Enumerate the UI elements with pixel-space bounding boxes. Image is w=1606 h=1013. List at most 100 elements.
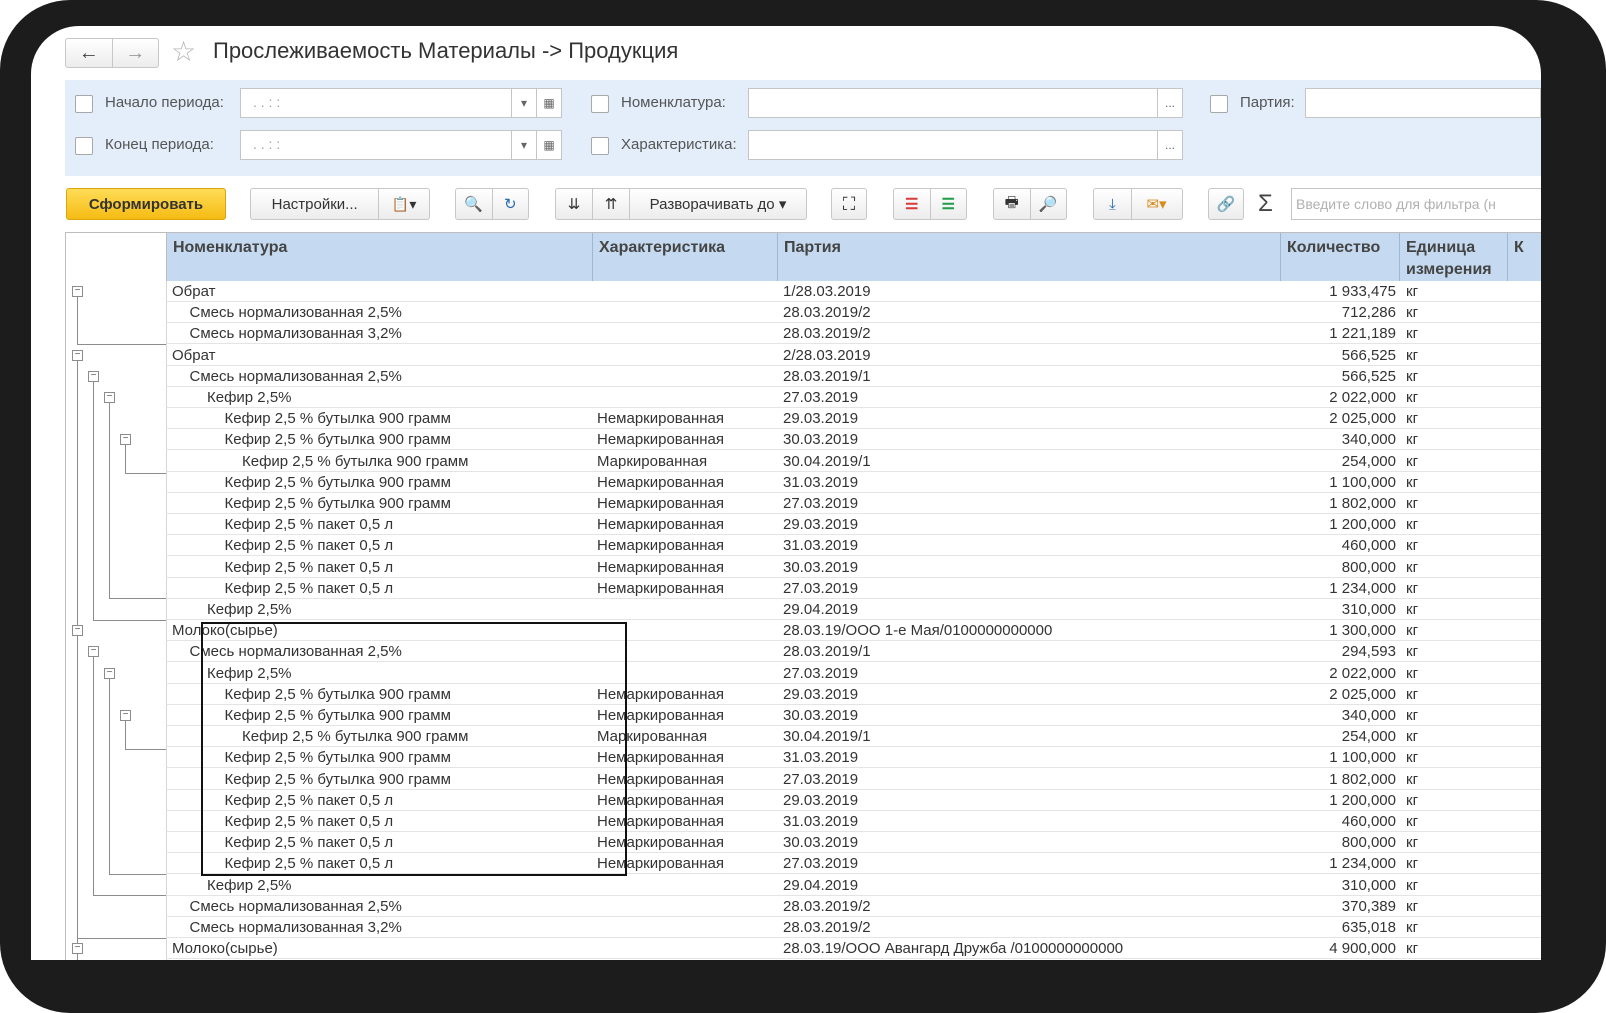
cell-name: Кефир 2,5%	[207, 876, 292, 894]
cell-batch: 2/28.03.2019	[783, 346, 871, 364]
expand-all-icon[interactable]: ⇊	[556, 195, 592, 213]
nomenclature-input[interactable]	[748, 88, 1158, 118]
cell-batch: 28.03.2019/2	[783, 304, 871, 322]
generate-button[interactable]: Сформировать	[66, 188, 226, 220]
navigation-buttons: ← →	[65, 38, 159, 68]
highlight-red-icon[interactable]: ☰	[894, 195, 930, 213]
column-nomenclature[interactable]: Номенклатура	[167, 233, 593, 281]
table-row[interactable]: Смесь нормализованная 2,5% 28.03.2019/1 56…	[66, 366, 1541, 387]
table-row[interactable]: Кефир 2,5% 29.04.2019 310,000 кг	[66, 875, 1541, 896]
period-end-input[interactable]: . . : :	[240, 130, 512, 160]
report-table: Номенклатура Характеристика Партия Колич…	[65, 232, 1541, 960]
period-start-input[interactable]: . . : :	[240, 88, 512, 118]
cell-char: Немаркированная	[597, 516, 724, 534]
table-row[interactable]: Кефир 2,5 % бутылка 900 грамм Немаркирова…	[66, 472, 1541, 493]
cell-qty: 340,000	[1341, 431, 1396, 449]
print-preview-icon[interactable]: 🔎	[1030, 195, 1066, 213]
cell-qty: 1 200,000	[1329, 516, 1396, 534]
cell-qty: 635,018	[1341, 919, 1396, 936]
cell-qty: 1 234,000	[1329, 855, 1396, 873]
table-row[interactable]: Кефир 2,5 % пакет 0,5 л Немаркированная 27…	[66, 578, 1541, 599]
favorite-star-icon[interactable]: ☆	[171, 37, 196, 67]
batch-input[interactable]	[1305, 88, 1541, 118]
cell-qty: 1 100,000	[1329, 473, 1396, 491]
cell-char: Немаркированная	[597, 558, 724, 576]
cell-unit: кг	[1406, 431, 1419, 449]
table-row[interactable]: Кефир 2,5 % бутылка 900 грамм Немаркирова…	[66, 493, 1541, 514]
period-start-dropdown-icon[interactable]: ▾	[511, 88, 537, 118]
settings-button[interactable]: Настройки...	[251, 196, 378, 213]
period-end-checkbox[interactable]	[75, 137, 93, 155]
table-row[interactable]: Смесь нормализованная 3,2% 28.03.2019/2 1 …	[66, 323, 1541, 345]
tree-header	[66, 233, 167, 281]
nomenclature-select-button[interactable]: ...	[1157, 88, 1183, 118]
search-cancel-icon[interactable]: ↻	[492, 195, 528, 213]
table-row[interactable]: Обрат 2/28.03.2019 566,525 кг	[66, 345, 1541, 366]
sum-icon[interactable]: Σ	[1258, 190, 1273, 218]
tree-collapse-icon[interactable]: −	[72, 943, 83, 955]
cell-unit: кг	[1406, 537, 1419, 555]
table-row[interactable]: Смесь нормализованная 2,5% 28.03.2019/2 71…	[66, 302, 1541, 324]
cell-unit: кг	[1406, 685, 1419, 703]
column-unit[interactable]: Единица измерения	[1400, 233, 1508, 281]
forward-button[interactable]: →	[111, 39, 159, 67]
cell-unit: кг	[1406, 367, 1419, 385]
cell-name: Кефир 2,5 % пакет 0,5 л	[224, 516, 394, 534]
table-row[interactable]: Кефир 2,5% 27.03.2019 2 022,000 кг	[66, 387, 1541, 408]
table-row[interactable]: Смесь нормализованная 3,2% 28.03.2019/2 63…	[66, 917, 1541, 938]
variants-dropdown-icon[interactable]: 📋▾	[379, 196, 429, 213]
mail-dropdown-icon[interactable]: ✉▾	[1132, 195, 1182, 213]
cell-char: Немаркированная	[597, 410, 724, 428]
link-icon[interactable]: 🔗	[1208, 188, 1244, 220]
filter-search-input[interactable]: Введите слово для фильтра (н	[1291, 188, 1541, 220]
nomenclature-checkbox[interactable]	[591, 95, 609, 113]
download-icon[interactable]: ⤓	[1095, 196, 1131, 213]
cell-unit: кг	[1406, 304, 1419, 322]
period-end-calendar-icon[interactable]: ▦	[536, 130, 562, 160]
collapse-all-icon[interactable]: ⇈	[593, 195, 629, 213]
column-extra[interactable]: К	[1508, 233, 1541, 281]
column-quantity[interactable]: Количество	[1281, 233, 1400, 281]
batch-checkbox[interactable]	[1210, 95, 1228, 113]
table-row[interactable]: Обрат 1/28.03.2019 1 933,475 кг	[66, 281, 1541, 302]
cell-batch: 29.03.2019	[783, 685, 859, 703]
cell-batch: 29.03.2019	[783, 791, 859, 809]
app-window: ← → ☆ Прослеживаемость Материалы -> Прод…	[31, 26, 1541, 960]
characteristic-select-button[interactable]: ...	[1157, 130, 1183, 160]
period-start-calendar-icon[interactable]: ▦	[536, 88, 562, 118]
fullscreen-icon[interactable]: ⛶	[831, 188, 867, 220]
cell-batch: 28.03.19/ООО 1-е Мая/0100000000000	[783, 622, 1053, 640]
characteristic-input[interactable]	[748, 130, 1158, 160]
characteristic-label: Характеристика:	[621, 136, 737, 153]
table-row[interactable]: Кефир 2,5% 29.04.2019 310,000 кг	[66, 599, 1541, 620]
period-start-checkbox[interactable]	[75, 95, 93, 113]
search-icon[interactable]: 🔍	[456, 195, 492, 213]
cell-batch: 31.03.2019	[783, 749, 859, 767]
column-characteristic[interactable]: Характеристика	[593, 233, 778, 281]
table-row[interactable]: Кефир 2,5 % пакет 0,5 л Немаркированная 29…	[66, 514, 1541, 536]
batch-label: Партия:	[1240, 94, 1295, 111]
print-icon[interactable]: 🖶	[994, 192, 1030, 217]
cell-qty: 1 802,000	[1329, 770, 1396, 788]
table-row[interactable]: Молоко(сырье) 28.03.19/ООО Авангард Дружб…	[66, 938, 1541, 960]
table-row[interactable]: Кефир 2,5 % бутылка 900 грамм Немаркирова…	[66, 408, 1541, 430]
cell-unit: кг	[1406, 473, 1419, 491]
expand-to-button[interactable]: Разворачивать до ▾	[630, 195, 806, 213]
cell-name: Кефир 2,5%	[207, 601, 292, 618]
table-row[interactable]: Кефир 2,5 % бутылка 900 грамм Немаркирова…	[66, 429, 1541, 451]
cell-batch: 28.03.2019/2	[783, 919, 871, 936]
cell-qty: 4 900,000	[1329, 940, 1396, 958]
highlight-green-icon[interactable]: ☰	[930, 195, 966, 213]
nomenclature-label: Номенклатура:	[621, 94, 726, 111]
table-row[interactable]: Кефир 2,5 % бутылка 900 грамм Маркированн…	[66, 451, 1541, 472]
cell-name: Смесь нормализованная 3,2%	[189, 325, 402, 343]
column-batch[interactable]: Партия	[778, 233, 1281, 281]
table-row[interactable]: Кефир 2,5 % пакет 0,5 л Немаркированная 30…	[66, 557, 1541, 578]
back-button[interactable]: ←	[66, 39, 112, 67]
cell-qty: 340,000	[1341, 707, 1396, 724]
period-end-dropdown-icon[interactable]: ▾	[511, 130, 537, 160]
table-row[interactable]: Смесь нормализованная 2,5% 28.03.2019/2 37…	[66, 896, 1541, 917]
characteristic-checkbox[interactable]	[591, 137, 609, 155]
cell-char: Немаркированная	[597, 579, 724, 597]
table-row[interactable]: Кефир 2,5 % пакет 0,5 л Немаркированная 31…	[66, 535, 1541, 557]
